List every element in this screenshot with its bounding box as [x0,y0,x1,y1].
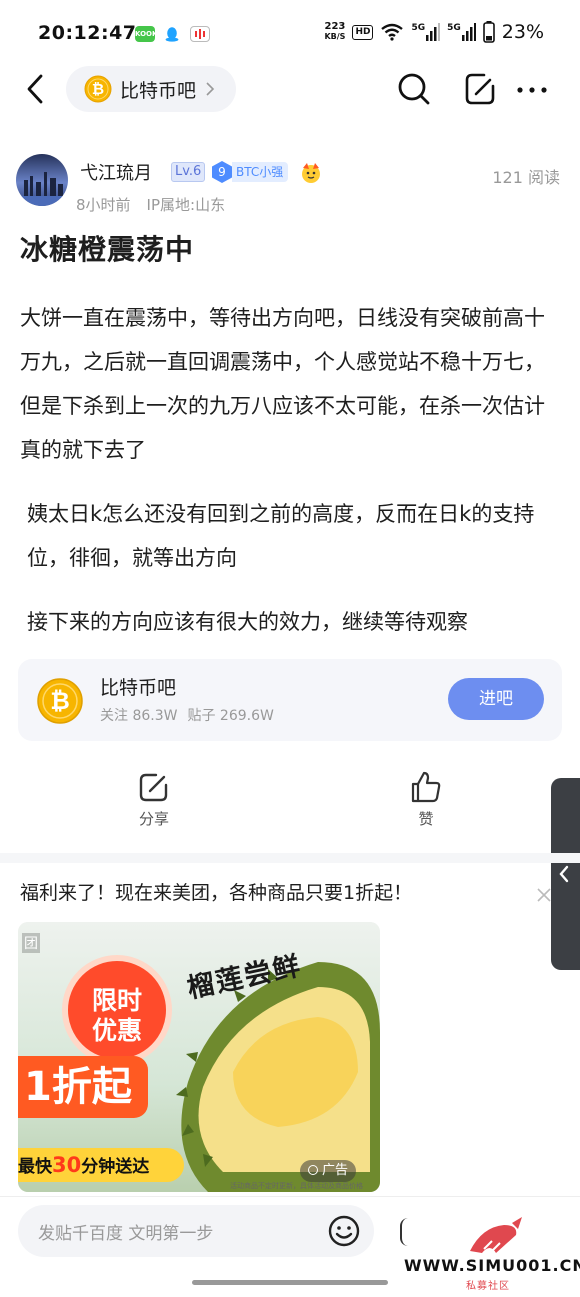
forum-followers: 关注 86.3W [100,708,178,724]
speed-value: 223 [324,21,346,32]
ad-tag-label: 广告 [322,1163,349,1178]
fan-badge-number: 9 [212,161,232,183]
watermark-url: WWW.SIMU001.CN [404,1256,580,1275]
thumbs-up-icon [411,771,441,803]
post-paragraph: 姨太日k怎么还没有回到之前的高度，反而在日k的支持位，徘徊，就等出方向 [27,502,535,570]
ad-delivery-strip: 最快30分钟送达 [18,1148,184,1182]
ad-headline[interactable]: 福利来了！现在来美团，各种商品只要1折起！ [20,878,412,905]
home-indicator[interactable] [192,1280,388,1285]
fan-badge: 9 BTC小强 [212,161,289,183]
forum-posts: 贴子 269.6W [187,708,274,724]
like-label: 赞 [418,810,434,828]
network-speed: 223 KB/S [324,22,345,42]
watermark-subtitle: 私募社区 [466,1281,510,1292]
fan-badge-text: BTC小强 [232,162,289,182]
ad-strip-suffix: 分钟送达 [81,1157,150,1177]
kook-app-icon: KOOK [135,26,157,42]
close-icon[interactable] [535,886,553,904]
ad-tag[interactable]: 广告 [300,1160,357,1182]
post-paragraph: 大饼一直在震荡中，等待出方向吧，日线没有突破前高十万九，之后就一直回调震荡中，个… [20,306,545,462]
wifi-icon [381,23,404,41]
status-indicators: 223 KB/S HD 5G 5G 23% [324,21,544,43]
ad-limit-line1: 限时 [91,986,142,1015]
forum-card[interactable]: ₿ 比特币吧 关注 86.3W 贴子 269.6W 进吧 [18,659,562,741]
forum-name: 比特币吧 [120,79,197,102]
ad-brand-label: 团 [22,933,40,953]
post-title: 冰糖橙震荡中 [20,233,195,266]
reply-input[interactable]: 发贴千百度 文明第一步 [18,1205,374,1257]
like-button[interactable]: 赞 [396,770,456,829]
ip-location: IP属地:山东 [146,196,226,214]
signal-bars-icon [461,23,476,41]
read-count: 121 阅读 [492,168,560,187]
hd-voice-icon: HD [352,24,374,40]
ad-strip-prefix: 最快 [18,1157,52,1177]
search-icon[interactable] [396,70,432,108]
ad-small-print: 活动商品不定时更新，具体活动及商品价格 [230,1182,363,1190]
share-label: 分享 [138,810,169,828]
signal-1: 5G [411,23,441,41]
forum-card-stats: 关注 86.3W 贴子 269.6W [100,705,274,725]
ad-limited-badge: 限时 优惠 [62,955,172,1065]
post-meta: 8小时前 IP属地:山东 [76,194,225,215]
level-badge: Lv.6 [171,162,206,182]
top-nav-bar: ₿ 比特币吧 [0,62,580,118]
post-paragraph: 接下来的方向应该有很大的效力，继续等待观察 [27,610,468,634]
enter-forum-button[interactable]: 进吧 [448,678,544,720]
speed-unit: KB/S [324,32,346,41]
emoji-icon[interactable] [327,1214,361,1248]
share-button[interactable]: 分享 [124,770,184,829]
qq-penguin-icon [165,27,179,42]
forum-link-pill[interactable]: ₿ 比特币吧 [66,66,237,112]
ad-limit-line2: 优惠 [91,1016,142,1045]
chevron-left-icon [559,865,569,883]
svg-text:₿: ₿ [92,80,104,98]
reply-placeholder: 发贴千百度 文明第一步 [38,1224,214,1244]
post-time: 8小时前 [76,196,131,214]
signal-bars-icon [426,23,441,41]
battery-icon [482,21,495,43]
edit-post-icon[interactable] [462,70,498,108]
signal-2: 5G [447,23,476,41]
more-options-icon[interactable] [515,80,549,100]
side-drawer-tab[interactable] [551,778,580,970]
battery-percent: 23% [501,21,544,43]
ad-tag-icon [308,1165,318,1175]
network-type-2: 5G [447,23,461,33]
network-type-1: 5G [411,23,426,33]
forum-card-name: 比特币吧 [100,677,177,699]
author-name[interactable]: 弋江琉月 [80,159,152,185]
svg-text:₿: ₿ [50,687,70,715]
emoji-badge-icon [302,163,320,183]
back-arrow-icon[interactable] [22,72,52,106]
post-body: 大饼一直在震荡中，等待出方向吧，日线没有突破前高十万九，之后就一直回调震荡中，个… [20,296,565,664]
author-avatar[interactable] [16,154,68,206]
ad-strip-num: 30 [52,1153,82,1177]
status-time: 20:12:47 [38,22,137,44]
status-bar: 20:12:47 KOOK 223 KB/S HD 5G 5G 23% [0,0,580,70]
bitcoin-icon: ₿ [84,75,112,103]
notification-app-icon [190,26,210,42]
ad-discount: 1折起 [18,1056,148,1118]
chevron-right-icon [206,82,215,96]
share-icon [139,773,168,802]
bitcoin-icon: ₿ [37,678,83,724]
section-divider [0,853,580,863]
